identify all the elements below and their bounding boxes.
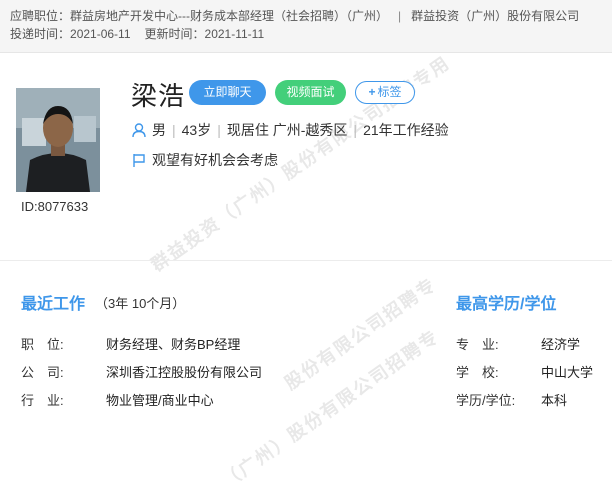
application-info-line: 应聘职位：群益房地产开发中心---财务成本部经理（社会招聘）（广州） | 群益投资（… [10,7,579,24]
candidate-name: 梁浩 [131,81,186,111]
candidate-basic-info: 男 | 43岁 | 现居住 广州-越秀区 | 21年工作经验 [132,120,449,141]
work-row-value: 物业管理/商业中心 [106,393,214,408]
candidate-id: ID:8077633 [21,199,89,214]
candidate-photo [16,88,100,192]
education-row-label: 学 校: [456,365,499,380]
recent-work-duration: （3年 10个月） [95,296,186,311]
submitted-date: 2021-06-11 [70,27,131,41]
education-title: 最高学历/学位 [456,296,557,313]
work-row-label: 公 司: [21,365,64,380]
application-header: 应聘职位：群益房地产开发中心---财务成本部经理（社会招聘）（广州） | 群益投资（… [0,0,612,53]
flag-icon [132,153,146,171]
position-label: 应聘职位： [10,9,71,23]
work-row-label: 行 业: [21,393,64,408]
education-row-value: 中山大学 [541,365,594,380]
recent-work-title: 最近工作 [21,296,86,313]
gender: 男 [152,122,166,138]
education-row-label: 专 业: [456,337,499,352]
education-row-label: 学历/学位: [456,393,516,408]
person-icon [132,123,146,141]
work-row-value: 深圳香江控股股份有限公司 [106,365,263,380]
work-experience: 21年工作经验 [363,122,449,138]
updated-label: 更新时间： [144,27,205,41]
residence: 现居住 广州-越秀区 [226,122,348,138]
chat-now-button[interactable]: 立即聊天 [189,80,266,105]
application-dates-line: 投递时间：2021-06-11 更新时间：2021-11-11 [10,25,264,42]
submitted-label: 投递时间： [10,27,71,41]
updated-date: 2021-11-11 [204,27,265,41]
header-separator: | [398,9,402,23]
tag-button-label: 标签 [377,85,402,99]
video-interview-button[interactable]: 视频面试 [275,80,346,105]
education-row-value: 经济学 [541,337,581,352]
education-row-value: 本科 [541,393,568,408]
watermark-text: （广州）股份有限公司招聘专 [218,326,443,492]
work-row-value: 财务经理、财务BP经理 [106,337,241,352]
watermark-text: 股份有限公司招聘专 [281,274,441,394]
section-divider [0,260,612,261]
plus-icon: + [368,85,376,99]
position-title: 群益房地产开发中心---财务成本部经理（社会招聘）（广州） [70,9,389,23]
age: 43岁 [181,122,212,138]
job-status: 观望有好机会会考虑 [132,150,278,171]
job-status-text: 观望有好机会会考虑 [152,152,278,168]
company-name: 群益投资（广州）股份有限公司 [411,9,580,23]
tag-button[interactable]: + 标签 [355,81,415,104]
work-row-label: 职 位: [21,337,64,352]
